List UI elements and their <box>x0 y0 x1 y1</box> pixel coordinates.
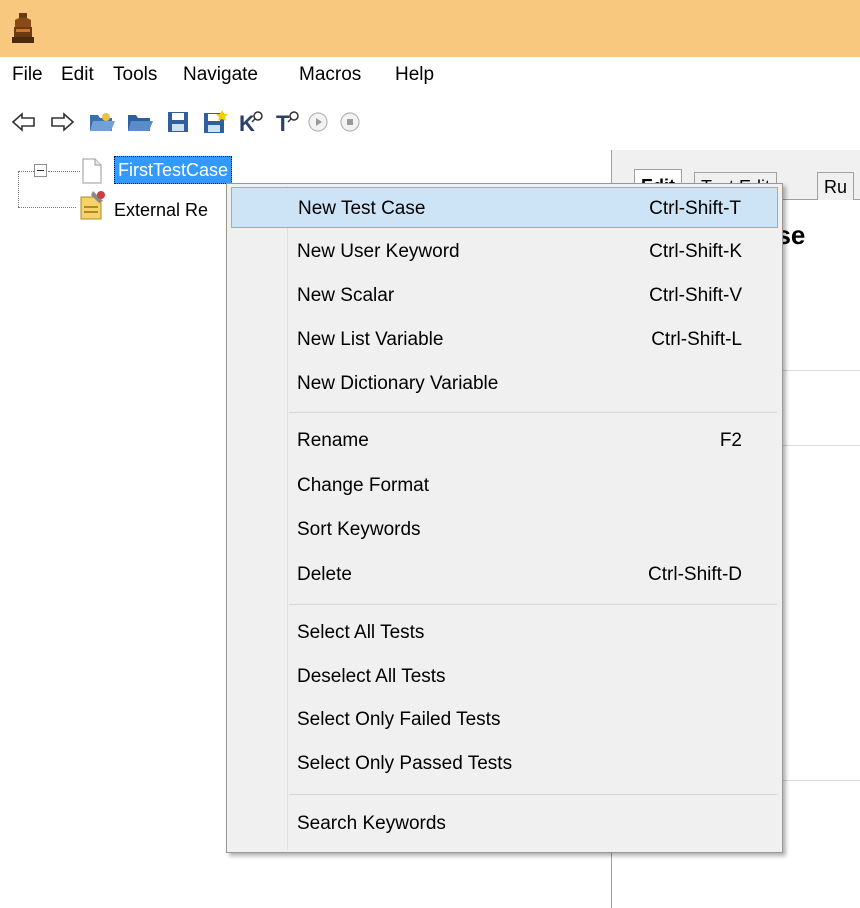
external-resource-icon <box>80 191 105 220</box>
menu-item-change-format[interactable]: Change Format <box>231 465 778 506</box>
svg-text:K: K <box>239 111 255 135</box>
search-keywords-icon[interactable]: K <box>236 106 268 138</box>
tree-connector <box>48 171 80 172</box>
menu-file[interactable]: File <box>12 63 43 87</box>
svg-text:T: T <box>276 111 290 135</box>
menu-item-shortcut: Ctrl-Shift-D <box>648 564 742 585</box>
menu-item-new-scalar[interactable]: New Scalar Ctrl-Shift-V <box>231 275 778 316</box>
menu-item-label: Select All Tests <box>297 622 425 643</box>
menu-item-search-keywords[interactable]: Search Keywords <box>231 803 778 844</box>
save-icon[interactable] <box>162 106 194 138</box>
menu-item-label: Sort Keywords <box>297 519 421 540</box>
menu-separator <box>289 412 777 413</box>
run-icon[interactable] <box>302 106 334 138</box>
tab-run[interactable]: Ru <box>817 172 855 200</box>
menu-macros[interactable]: Macros <box>299 63 361 87</box>
menu-item-select-all-tests[interactable]: Select All Tests <box>231 612 778 653</box>
menu-item-new-test-case[interactable]: New Test Case Ctrl-Shift-T <box>231 187 778 228</box>
menu-edit[interactable]: Edit <box>61 63 94 87</box>
menu-item-label: Select Only Passed Tests <box>297 753 513 774</box>
menu-item-rename[interactable]: Rename F2 <box>231 420 778 461</box>
menu-item-label: Deselect All Tests <box>297 666 446 687</box>
forward-arrow-icon[interactable] <box>46 106 78 138</box>
menu-item-shortcut: Ctrl-Shift-L <box>651 329 742 350</box>
title-bar <box>0 0 860 57</box>
tree-connector <box>18 171 19 207</box>
menu-item-label: Select Only Failed Tests <box>297 709 501 730</box>
menu-item-new-list-variable[interactable]: New List Variable Ctrl-Shift-L <box>231 319 778 360</box>
tree-node-external-resources[interactable]: External Re <box>114 199 208 221</box>
tree-node-first-test-case[interactable]: FirstTestCase <box>114 156 233 184</box>
menu-item-sort-keywords[interactable]: Sort Keywords <box>231 509 778 550</box>
tree-connector <box>18 171 34 172</box>
menu-item-label: Search Keywords <box>297 813 446 834</box>
search-tests-icon[interactable]: T <box>273 106 305 138</box>
context-menu: New Test Case Ctrl-Shift-T New User Keyw… <box>226 183 783 853</box>
collapse-toggle[interactable] <box>34 164 47 177</box>
menu-item-new-user-keyword[interactable]: New User Keyword Ctrl-Shift-K <box>231 231 778 272</box>
menu-item-label: Change Format <box>297 475 430 496</box>
menu-item-label: New Test Case <box>298 198 426 219</box>
menu-item-shortcut: F2 <box>719 430 742 451</box>
menu-item-shortcut: Ctrl-Shift-K <box>649 241 742 262</box>
menu-item-label: Delete <box>297 564 352 585</box>
menu-item-label: New Dictionary Variable <box>297 373 499 394</box>
toolbar: K T <box>0 94 860 150</box>
menu-item-select-only-failed-tests[interactable]: Select Only Failed Tests <box>231 699 778 740</box>
menu-item-deselect-all-tests[interactable]: Deselect All Tests <box>231 656 778 697</box>
menu-separator <box>289 604 777 605</box>
open-test-suite-icon[interactable] <box>86 106 118 138</box>
back-arrow-icon[interactable] <box>8 106 40 138</box>
menu-item-label: New User Keyword <box>297 241 460 262</box>
menu-item-delete[interactable]: Delete Ctrl-Shift-D <box>231 554 778 595</box>
save-all-icon[interactable] <box>199 106 231 138</box>
stop-icon[interactable] <box>334 106 366 138</box>
file-icon <box>82 158 102 184</box>
app-icon <box>12 13 34 43</box>
menu-bar: File Edit Tools Navigate Macros Help <box>0 57 860 94</box>
menu-navigate[interactable]: Navigate <box>183 63 258 87</box>
open-directory-icon[interactable] <box>124 106 156 138</box>
menu-item-shortcut: Ctrl-Shift-V <box>649 285 742 306</box>
menu-item-label: New List Variable <box>297 329 444 350</box>
menu-separator <box>289 794 777 795</box>
menu-tools[interactable]: Tools <box>113 63 157 87</box>
menu-item-label: New Scalar <box>297 285 395 306</box>
tree-connector <box>18 207 76 208</box>
menu-item-select-only-passed-tests[interactable]: Select Only Passed Tests <box>231 743 778 784</box>
menu-item-label: Rename <box>297 430 369 451</box>
menu-help[interactable]: Help <box>395 63 434 87</box>
menu-item-shortcut: Ctrl-Shift-T <box>649 198 741 219</box>
menu-item-new-dictionary-variable[interactable]: New Dictionary Variable <box>231 363 778 404</box>
